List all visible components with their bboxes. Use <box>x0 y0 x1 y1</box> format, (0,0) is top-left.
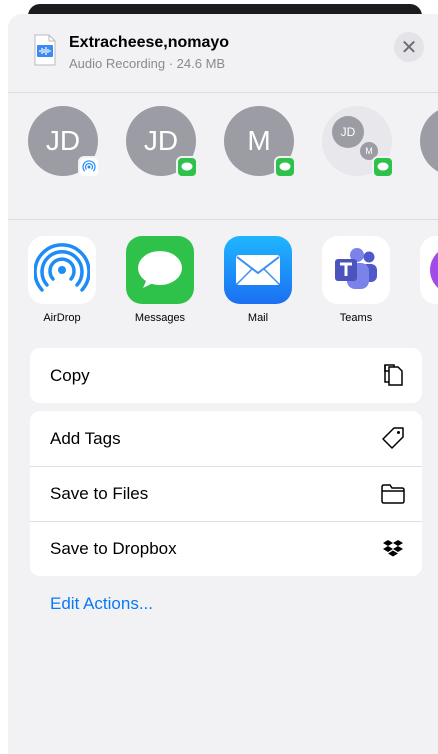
app-messages[interactable]: Messages <box>126 236 194 324</box>
messages-badge-icon <box>372 156 394 178</box>
edit-actions-link[interactable]: Edit Actions... <box>50 594 153 614</box>
file-subtitle: Audio Recording · 24.6 MB <box>69 56 226 71</box>
actions-group: Add Tags Save to Files Save to Dropbox <box>30 411 422 576</box>
file-title: Extracheese,nomayo <box>69 34 230 51</box>
person-suggestion[interactable]: JD <box>28 106 100 178</box>
folder-icon <box>380 481 406 507</box>
app-label: Messages <box>134 312 186 324</box>
share-sheet: Extracheese,nomayo Audio Recording · 24.… <box>8 14 438 754</box>
share-header: Extracheese,nomayo Audio Recording · 24.… <box>8 14 438 92</box>
app-partial[interactable]: Me <box>420 236 438 324</box>
avatar <box>420 106 438 176</box>
copy-icon <box>380 362 406 388</box>
close-icon: ✕ <box>400 36 418 59</box>
group-suggestion[interactable]: JD M <box>322 106 394 178</box>
close-button[interactable]: ✕ <box>394 32 424 62</box>
app-label: Mail <box>247 312 269 324</box>
messages-badge-icon <box>274 156 296 178</box>
person-suggestion[interactable]: M <box>224 106 296 178</box>
action-label: Add Tags <box>50 428 121 448</box>
tag-icon <box>380 425 406 451</box>
save-to-files-action[interactable]: Save to Files <box>30 466 422 521</box>
airdrop-badge-icon <box>78 156 100 178</box>
person-suggestion[interactable]: JD <box>126 106 198 178</box>
app-suggestions-row: AirDrop Messages Mail Teams <box>8 220 438 330</box>
copy-group: Copy <box>30 348 422 403</box>
partial-app-icon <box>420 236 438 304</box>
action-label: Save to Dropbox <box>50 539 177 558</box>
messages-badge-icon <box>176 156 198 178</box>
save-to-dropbox-action[interactable]: Save to Dropbox <box>30 521 422 576</box>
copy-action[interactable]: Copy <box>30 348 422 403</box>
group-avatar-primary: JD <box>332 116 364 148</box>
people-suggestions-row: JD JD M JD M <box>8 92 438 220</box>
airdrop-icon <box>28 236 96 304</box>
action-label: Copy <box>50 365 90 385</box>
messages-icon <box>126 236 194 304</box>
teams-icon <box>322 236 390 304</box>
mail-icon <box>224 236 292 304</box>
app-mail[interactable]: Mail <box>224 236 292 324</box>
app-label: Teams <box>339 312 373 324</box>
add-tags-action[interactable]: Add Tags <box>30 411 422 466</box>
app-label: Me <box>420 312 438 324</box>
app-airdrop[interactable]: AirDrop <box>28 236 96 324</box>
dropbox-icon <box>380 536 406 562</box>
audio-file-icon <box>33 34 57 66</box>
person-suggestion-partial[interactable] <box>420 106 438 176</box>
action-label: Save to Files <box>50 484 149 503</box>
app-label: AirDrop <box>43 312 81 324</box>
app-teams[interactable]: Teams <box>322 236 390 324</box>
